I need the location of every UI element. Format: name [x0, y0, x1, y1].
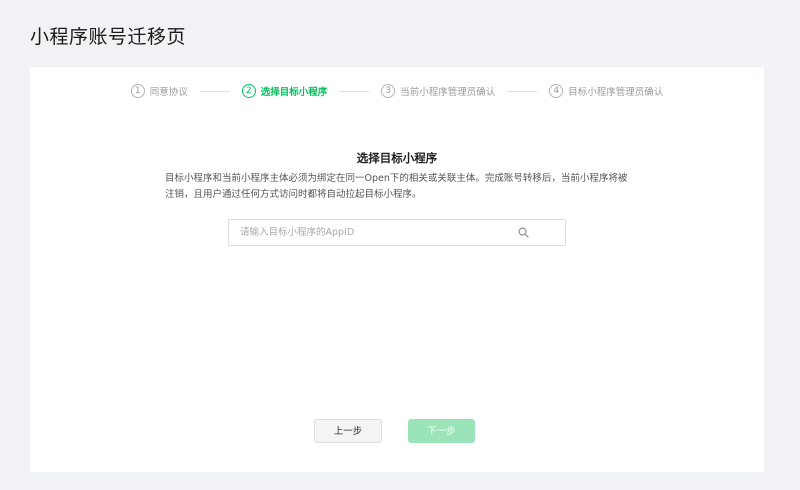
step-divider [507, 90, 538, 92]
step-2-label: 选择目标小程序 [260, 87, 328, 98]
step-3-label: 当前小程序管理员确认 [400, 87, 496, 98]
step-divider [199, 90, 230, 92]
search-icon[interactable] [516, 226, 530, 240]
step-indicator: 1 同意协议 2 选择目标小程序 3 当前小程序管理员确认 4 目标小程序管理员… [30, 83, 764, 99]
migration-card: 1 同意协议 2 选择目标小程序 3 当前小程序管理员确认 4 目标小程序管理员… [30, 67, 764, 472]
step-4: 4 目标小程序管理员确认 [549, 84, 663, 98]
step-1-label: 同意协议 [149, 87, 188, 98]
step-2-number: 2 [241, 84, 256, 98]
step-divider [339, 90, 370, 92]
appid-search-input[interactable] [229, 220, 516, 245]
step-3: 3 当前小程序管理员确认 [381, 84, 495, 98]
next-step-button[interactable]: 下一步 [408, 419, 475, 443]
step-1: 1 同意协议 [130, 84, 188, 98]
appid-search-box [228, 219, 566, 246]
prev-step-button[interactable]: 上一步 [314, 419, 382, 443]
step-3-number: 3 [381, 84, 396, 98]
section-title: 选择目标小程序 [356, 151, 438, 165]
step-2: 2 选择目标小程序 [241, 84, 328, 98]
page-title: 小程序账号迁移页 [30, 26, 187, 48]
section-description: 目标小程序和当前小程序主体必须为绑定在同一Open下的相关或关联主体。完成账号转… [165, 173, 628, 200]
step-1-number: 1 [130, 84, 145, 98]
step-4-label: 目标小程序管理员确认 [568, 87, 664, 98]
step-4-number: 4 [549, 84, 564, 98]
